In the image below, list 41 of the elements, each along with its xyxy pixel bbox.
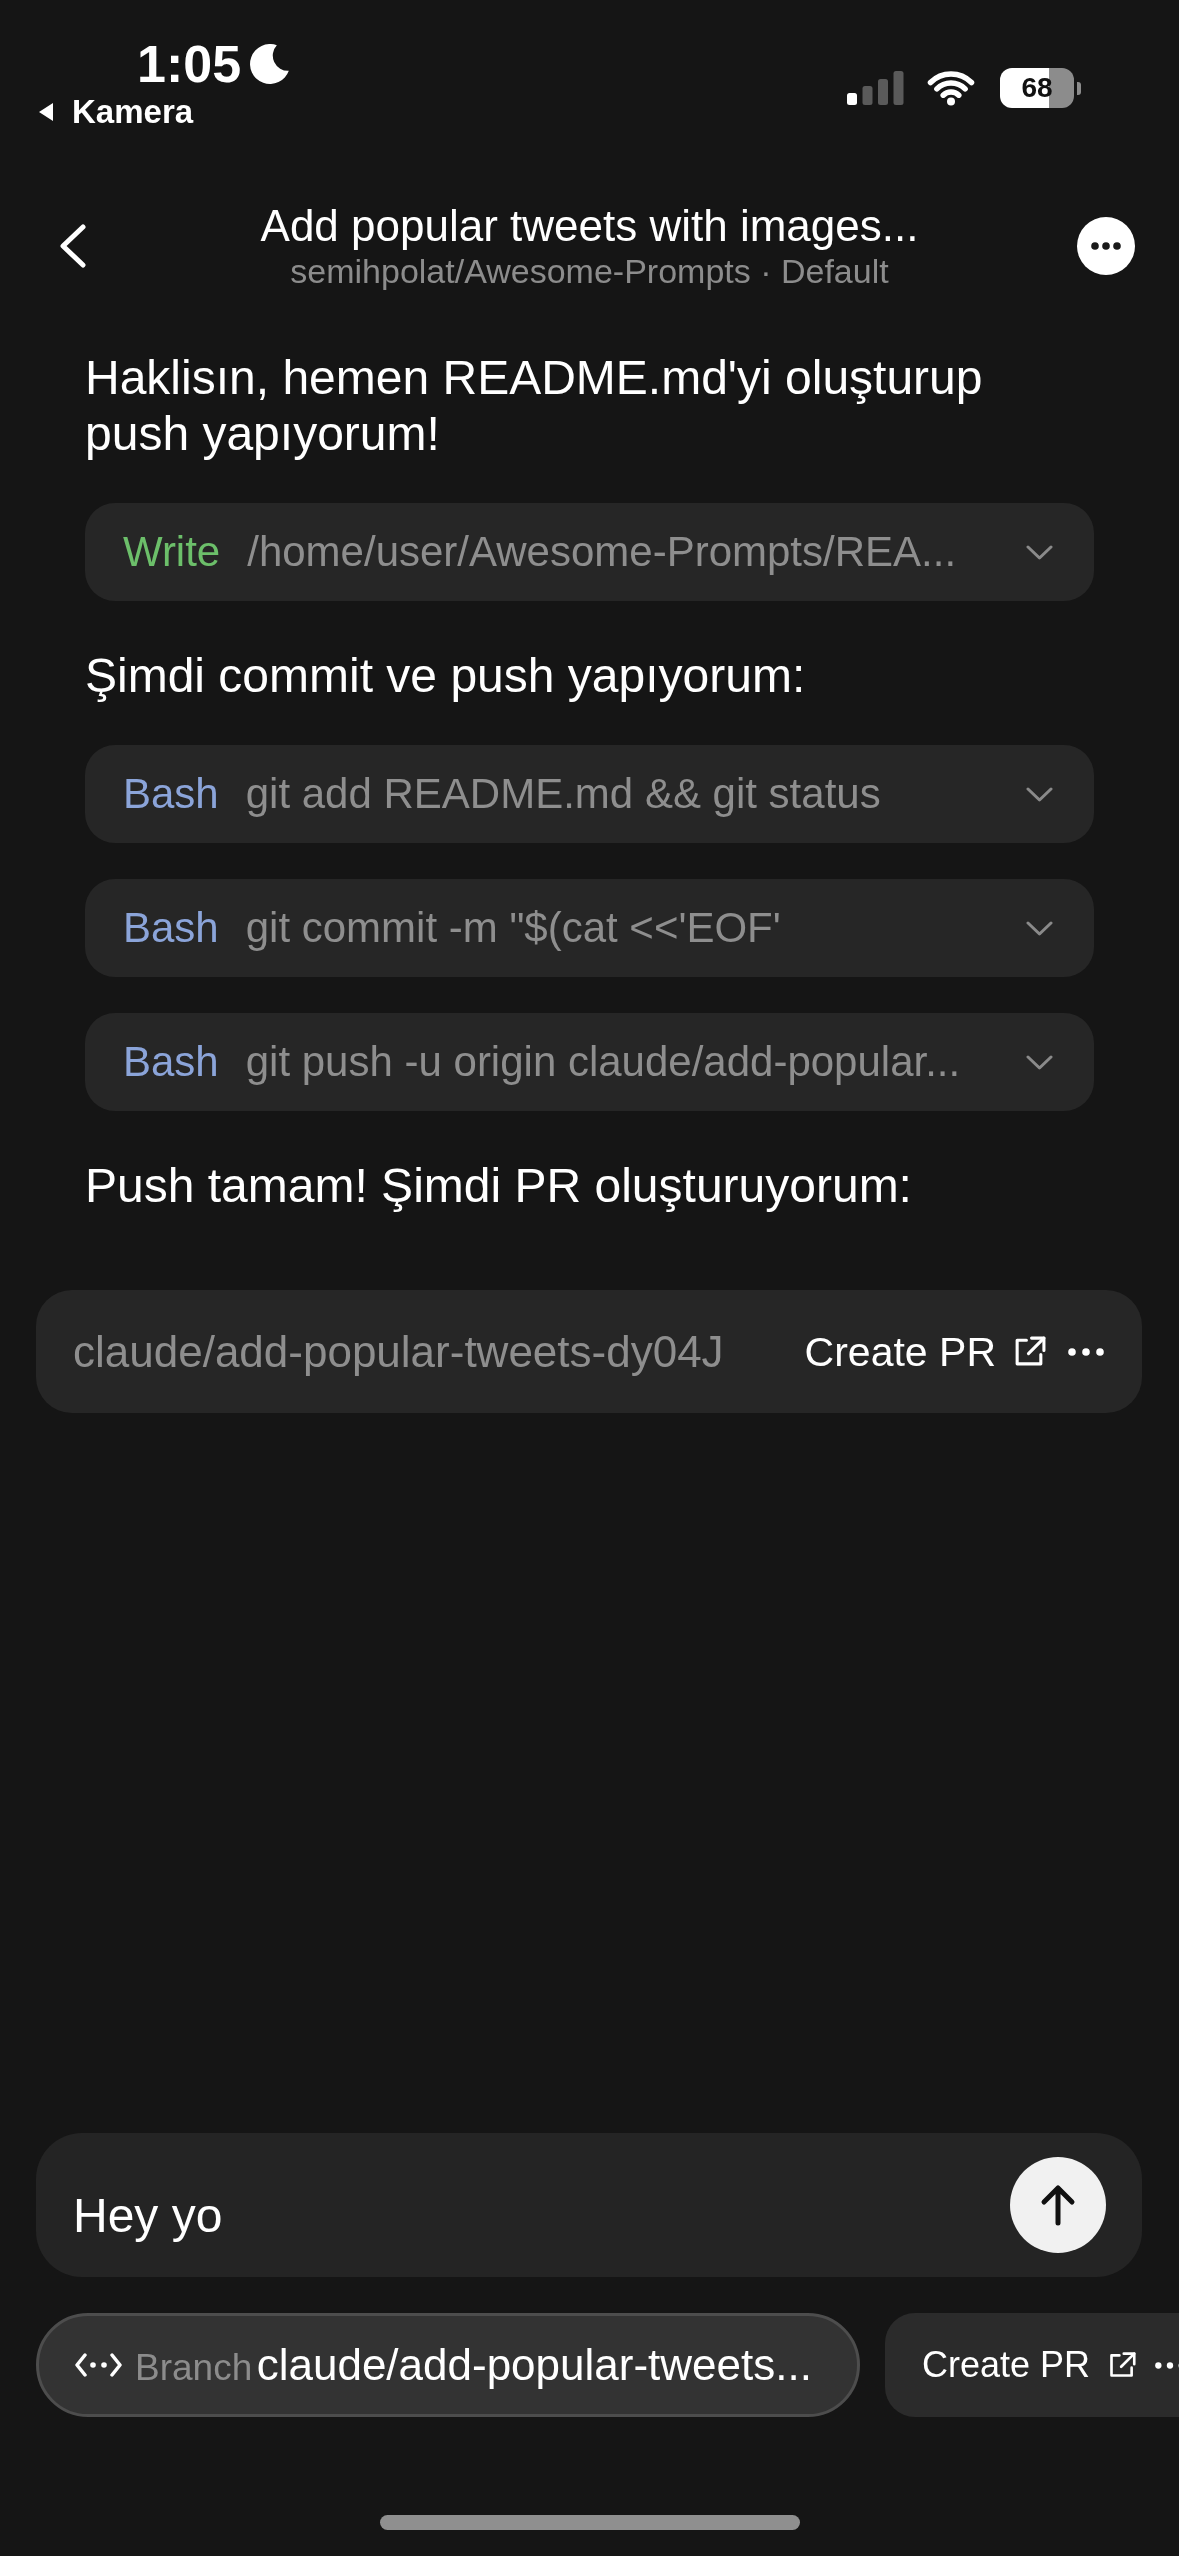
arrow-up-icon [1040, 2183, 1076, 2227]
create-pr-button[interactable]: Create PR [804, 1327, 1047, 1376]
chevron-left-icon [57, 223, 87, 269]
branch-name: claude/add-popular-tweets-dy04J [73, 1326, 724, 1377]
moon-icon [250, 44, 291, 84]
battery-indicator: 68 [1000, 68, 1081, 108]
message-text: Push tamam! Şimdi PR oluşturuyorum: [85, 1158, 913, 1214]
tool-name: Bash [123, 903, 219, 953]
more-icon [1155, 2361, 1179, 2369]
tool-call-card[interactable]: Bash git add README.md && git status [85, 745, 1094, 843]
tool-name: Bash [123, 769, 219, 819]
signal-icon [847, 71, 904, 105]
message-composer[interactable]: Hey yo [36, 2133, 1142, 2277]
create-pr-button[interactable]: Create PR [921, 2343, 1137, 2387]
tool-command: /home/user/Awesome-Prompts/REA... [247, 527, 958, 577]
more-button[interactable] [1077, 217, 1135, 275]
tool-name: Write [123, 527, 221, 577]
tool-command: git commit -m "$(cat <<'EOF' [245, 903, 782, 953]
more-icon [1068, 1347, 1104, 1356]
external-link-icon [1107, 2351, 1137, 2379]
more-button[interactable] [1068, 1347, 1104, 1356]
message-text: Haklisın, hemen README.md'yi oluşturup push yapıyorum! [85, 350, 984, 462]
tool-name: Bash [123, 1037, 219, 1087]
tool-command: git add README.md && git status [245, 769, 882, 819]
repo-subtitle: semihpolat/Awesome-Prompts · Default [289, 252, 890, 290]
status-time: 1:05 [137, 36, 242, 92]
angle-brackets-icon [75, 2352, 122, 2378]
tool-command: git push -u origin claude/add-popular... [245, 1037, 962, 1087]
tool-call-card[interactable]: Bash git commit -m "$(cat <<'EOF' [85, 879, 1094, 977]
wifi-icon [926, 70, 976, 106]
more-button[interactable] [1155, 2361, 1179, 2369]
message-text: Şimdi commit ve push yapıyorum: [85, 648, 807, 704]
more-icon [1091, 242, 1121, 250]
tool-call-card[interactable]: Write /home/user/Awesome-Prompts/REA... [85, 503, 1094, 601]
tool-call-card[interactable]: Bash git push -u origin claude/add-popular... [85, 1013, 1094, 1111]
message-input[interactable]: Hey yo [73, 2157, 1010, 2253]
branch-chip[interactable]: Branch claude/add-popular-tweets... [36, 2313, 860, 2417]
back-button[interactable] [57, 223, 87, 269]
conversation-title: Add popular tweets with images... [260, 202, 919, 250]
back-to-app-link[interactable]: Kamera [39, 92, 194, 132]
left-triangle-icon [39, 103, 53, 121]
